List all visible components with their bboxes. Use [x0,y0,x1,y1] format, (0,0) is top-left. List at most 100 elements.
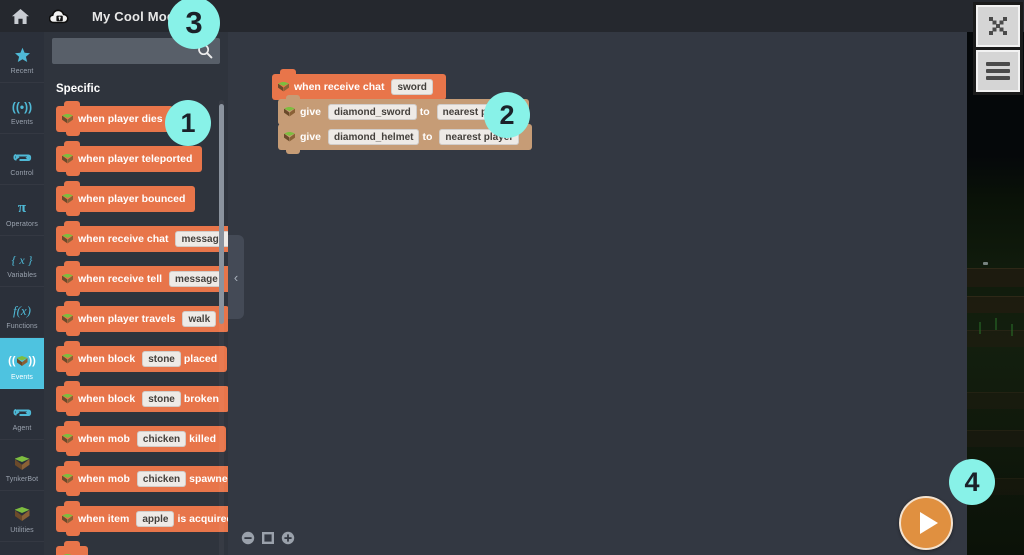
zoom-fit-button[interactable] [261,531,275,545]
canvas-zoom-controls [241,531,295,545]
home-icon[interactable] [0,0,40,32]
rail-item-agent-7[interactable]: Agent [0,389,44,440]
rail-item-label: Recent [10,67,34,75]
block-slot[interactable]: walk [182,311,217,327]
script-canvas[interactable]: when receive chat sword give diamond_sword t… [228,32,967,555]
block-slot[interactable]: diamond_helmet [328,129,420,145]
broadcast-icon: ((•)) [11,99,33,114]
cloud-save-icon[interactable] [40,0,80,32]
zoom-in-button[interactable] [281,531,295,545]
rail-item-label: Control [10,169,34,177]
close-x-button[interactable] [973,2,1023,50]
callout-badge-2: 2 [484,92,530,138]
hat-block[interactable]: when player travels walk [56,301,228,336]
callout-badge-1: 1 [165,100,211,146]
rail-item-events-1[interactable]: ((•)) Events [0,83,44,134]
block-slot[interactable]: chicken [136,471,187,487]
block-label: when receive tell [78,273,163,285]
rail-item-label: Events [11,118,33,126]
rail-item-events-6[interactable]: (()) Events [0,338,44,389]
grass-block-icon [62,153,73,165]
block-slot[interactable]: diamond_sword [328,104,417,120]
minus-circle-icon [241,531,255,545]
rail-item-functions-5[interactable]: f(x) Functions [0,287,44,338]
grass-block-icon [62,273,73,285]
palette-block-row[interactable]: when block stone placed [44,340,228,380]
palette-section-title: Specific [56,83,101,95]
tynker-minecraft-editor: My Cool Mod Recent ((•)) Events Control … [0,0,1024,555]
hat-block[interactable]: when mobchickenspawned [56,461,228,496]
block-label: when item [78,513,130,525]
chevron-left-icon: ‹ [233,269,239,285]
hat-block[interactable]: when player bounced [56,181,196,216]
zoom-out-button[interactable] [241,531,255,545]
grass-block-icon [14,454,30,474]
grass-block-icon [62,113,73,125]
block-slot[interactable]: sword [391,79,433,95]
block-slot[interactable]: message [169,271,224,287]
variable-x-icon: { x } [11,252,33,267]
rail-item-variables-4[interactable]: { x } Variables [0,236,44,287]
game-terrain-band [967,430,1024,447]
play-triangle-icon [919,512,938,534]
palette-block-row[interactable]: when receive tell message [44,260,228,300]
run-play-button[interactable] [899,496,953,550]
palette-block-list[interactable]: when player dies when player teleported wh… [44,100,228,555]
grass-block-icon [284,106,295,118]
rail-item-label: Events [11,373,33,381]
game-sky-dot [983,262,988,265]
hat-block[interactable]: when receive tell message [56,261,228,296]
palette-block-row[interactable] [44,540,228,555]
hat-block[interactable]: when player teleported [56,141,203,176]
hat-block[interactable]: when mob chicken killed [56,421,227,456]
game-terrain-band [967,392,1024,409]
palette-block-row[interactable]: when block stone broken [44,380,228,420]
top-bar: My Cool Mod [0,0,1024,32]
rail-item-utilities-9[interactable]: Utilities [0,491,44,542]
palette-block-row[interactable]: when mob chicken killed [44,420,228,460]
rail-item-label: Variables [7,271,37,279]
block-slot[interactable]: stone [142,391,181,407]
block-label: broken [183,393,219,405]
block-label: to [422,131,433,143]
palette-scrollbar-thumb[interactable] [219,104,224,324]
rail-item-world-10[interactable]: World [0,542,44,555]
loop-arrow-icon [13,403,32,423]
block-label: when player dies [78,113,163,125]
block-slot[interactable]: chicken [136,431,187,447]
block-slot[interactable]: apple [136,511,175,527]
rail-item-recent-0[interactable]: Recent [0,32,44,83]
block-label: when player bounced [78,193,186,205]
block-label: when mob [78,473,130,485]
block-slot[interactable]: stone [142,351,181,367]
palette-block-row[interactable]: when player teleported [44,140,228,180]
palette-collapse-button[interactable]: ‹ [228,235,244,319]
palette-block-row[interactable]: when player bounced [44,180,228,220]
rail-item-label: Functions [6,322,38,330]
game-grass-blade [995,318,997,330]
palette-block-row[interactable]: when item apple is acquired [44,500,228,540]
grass-block-icon [14,505,30,525]
hat-block[interactable]: when receive chat message [56,221,228,256]
rail-item-tynkerbot-8[interactable]: TynkerBot [0,440,44,491]
hat-block[interactable] [56,541,88,555]
game-terrain-band [967,268,1024,287]
hamburger-menu-button[interactable] [973,47,1023,95]
palette-block-row[interactable]: when player travels walk [44,300,228,340]
grass-block-icon [62,473,73,485]
block-label: when block [78,393,136,405]
rail-item-control-2[interactable]: Control [0,134,44,185]
hat-block[interactable]: when item apple is acquired [56,501,228,536]
rail-item-label: Utilities [10,526,34,534]
palette-block-row[interactable]: when mobchickenspawned [44,460,228,500]
hat-block[interactable]: when block stone broken [56,381,228,416]
loop-arrow-icon [13,148,32,168]
rail-item-operators-3[interactable]: π Operators [0,185,44,236]
block-broadcast-icon: (()) [8,355,36,367]
hat-block[interactable]: when player dies [56,101,173,136]
block-label: placed [183,353,218,365]
block-label: to [419,106,430,118]
hat-block[interactable]: when block stone placed [56,341,228,376]
palette-block-row[interactable]: when receive chat message [44,220,228,260]
grass-block-icon [284,131,295,143]
